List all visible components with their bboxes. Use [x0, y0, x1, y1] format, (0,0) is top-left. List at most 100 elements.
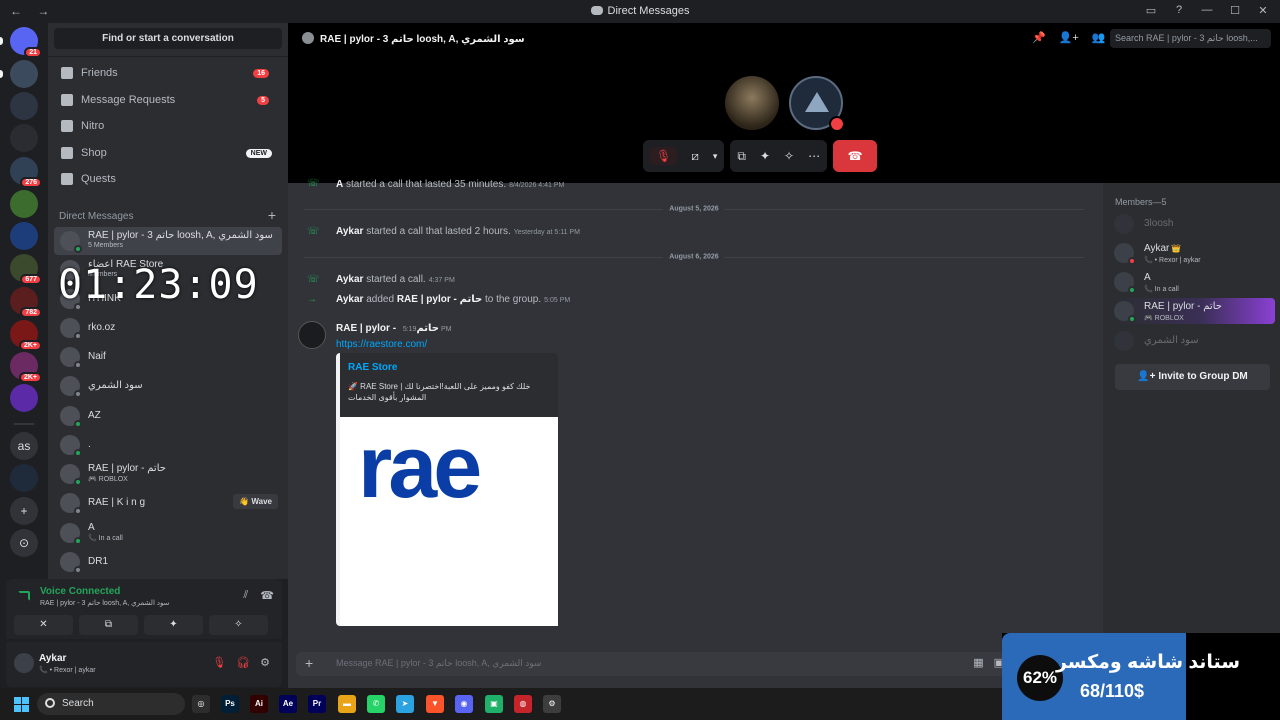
inbox-icon[interactable]: ▭: [1144, 4, 1158, 17]
create-dm-icon[interactable]: +: [268, 207, 276, 223]
dm-item[interactable]: A 📞 In a call: [54, 519, 282, 547]
add-attachment-icon[interactable]: +: [305, 655, 313, 671]
message-input[interactable]: Message RAE | pylor - 3 حاتم loosh, A, س…: [336, 658, 541, 669]
windows-start-icon[interactable]: [14, 697, 29, 712]
discord-home-icon[interactable]: 21: [10, 27, 42, 58]
dm-item[interactable]: سود الشمري: [54, 372, 282, 400]
server-icon[interactable]: 782: [10, 287, 42, 318]
help-icon[interactable]: ?: [1172, 4, 1186, 17]
noise-suppression-icon[interactable]: ⫽: [243, 589, 248, 602]
message-author[interactable]: Aykar: [336, 274, 363, 285]
settings-icon[interactable]: ⚙: [543, 695, 561, 713]
message-target[interactable]: RAE | pylor - حاتم: [397, 294, 482, 305]
username[interactable]: Aykar: [39, 653, 66, 664]
member-item[interactable]: سود الشمري: [1111, 328, 1275, 354]
server-icon[interactable]: 677: [10, 254, 42, 285]
deafen-icon[interactable]: 🎧︎: [236, 656, 250, 669]
server-icon[interactable]: [10, 222, 38, 250]
activities-button[interactable]: ✦: [144, 615, 203, 635]
apps-icon[interactable]: ▦: [973, 656, 983, 669]
taskbar-search[interactable]: Search: [37, 693, 185, 715]
telegram-icon[interactable]: ➤: [396, 695, 414, 713]
chrome-icon[interactable]: ◎: [192, 695, 210, 713]
more-button[interactable]: ⋯: [808, 149, 820, 163]
maximize-button[interactable]: ☐: [1228, 4, 1242, 17]
dm-item[interactable]: AZ: [54, 402, 282, 430]
embed-title[interactable]: RAE Store: [348, 362, 397, 373]
close-button[interactable]: ✕: [1256, 4, 1270, 17]
screen-share-button[interactable]: ⧉: [79, 615, 138, 635]
dm-item[interactable]: Naif: [54, 343, 282, 371]
server-icon[interactable]: [10, 124, 38, 152]
message-author[interactable]: A: [336, 179, 343, 190]
member-item[interactable]: 3loosh: [1111, 211, 1275, 237]
activities-button[interactable]: ✦: [760, 149, 770, 163]
after-effects-icon[interactable]: Ae: [279, 695, 297, 713]
add-friend-icon[interactable]: 👤+: [1059, 31, 1079, 44]
add-server-icon[interactable]: +: [10, 497, 38, 525]
call-participant-avatar[interactable]: [789, 76, 845, 132]
soundboard-button[interactable]: ✧: [209, 615, 268, 635]
dm-item[interactable]: .: [54, 431, 282, 459]
wave-button[interactable]: 👋 Wave: [233, 494, 278, 509]
member-item[interactable]: RAE | pylor - حاتم 🎮 ROBLOX: [1111, 298, 1275, 324]
message-composer[interactable]: + Message RAE | pylor - 3 حاتم loosh, A,…: [296, 652, 1094, 676]
camera-button[interactable]: ⧄: [691, 149, 699, 164]
members-icon[interactable]: 👥: [1092, 31, 1106, 44]
message-author[interactable]: RAE | pylor - حاتم: [336, 323, 439, 334]
dm-item[interactable]: rko.oz: [54, 314, 282, 342]
search-input[interactable]: Search RAE | pylor - 3 حاتم loosh,...: [1110, 29, 1271, 48]
message-link[interactable]: https://raestore.com/: [336, 339, 427, 350]
server-icon[interactable]: 2K+: [10, 320, 42, 351]
nav-message-requests[interactable]: Message Requests 5: [54, 88, 282, 112]
hang-up-button[interactable]: ☎: [833, 140, 878, 172]
brave-icon[interactable]: ▼: [426, 695, 444, 713]
server-icon[interactable]: 276: [10, 157, 42, 188]
server-icon[interactable]: [10, 60, 38, 88]
server-icon[interactable]: [10, 190, 38, 218]
find-conversation-button[interactable]: Find or start a conversation: [54, 28, 282, 49]
server-icon[interactable]: [10, 464, 38, 492]
nav-quests[interactable]: Quests: [54, 167, 282, 191]
app-green-icon[interactable]: ▣: [485, 695, 503, 713]
file-explorer-icon[interactable]: ▬: [338, 695, 356, 713]
member-item[interactable]: A 📞 In a call: [1111, 269, 1275, 295]
explore-icon[interactable]: ⊙: [10, 529, 38, 557]
share-screen-button[interactable]: ⧉: [737, 149, 746, 164]
nav-shop[interactable]: Shop NEW: [54, 141, 282, 165]
voice-status[interactable]: Voice Connected: [40, 586, 120, 597]
avatar[interactable]: [298, 321, 326, 349]
pin-icon[interactable]: 📌: [1032, 31, 1046, 44]
premiere-icon[interactable]: Pr: [308, 695, 326, 713]
dm-item[interactable]: RAE | K i n g 👋 Wave: [54, 489, 282, 517]
illustrator-icon[interactable]: Ai: [250, 695, 268, 713]
photoshop-icon[interactable]: Ps: [221, 695, 239, 713]
app-red-icon[interactable]: ◍: [514, 695, 532, 713]
mute-button[interactable]: 🎙: [650, 147, 678, 165]
server-as-icon[interactable]: as: [10, 432, 38, 460]
minimize-button[interactable]: —: [1200, 4, 1214, 17]
member-item[interactable]: Aykar 👑 📞 • Rexor | aykar: [1111, 240, 1275, 266]
server-icon[interactable]: [10, 92, 38, 120]
message-author[interactable]: Aykar: [336, 226, 363, 237]
camera-off-button[interactable]: ✕: [14, 615, 73, 635]
dm-item[interactable]: DR1: [54, 548, 282, 576]
chevron-down-icon[interactable]: ▾: [713, 151, 718, 162]
signal-icon[interactable]: [18, 591, 30, 601]
nav-nitro[interactable]: Nitro: [54, 114, 282, 138]
voice-channel[interactable]: RAE | pylor - 3 حاتم loosh, A, سود الشمر…: [40, 599, 169, 607]
dm-item[interactable]: RAE | pylor - 3 حاتم loosh, A, سود الشمر…: [54, 227, 282, 255]
message-author[interactable]: Aykar: [336, 294, 363, 305]
invite-button[interactable]: 👤+ Invite to Group DM: [1115, 364, 1270, 390]
server-icon[interactable]: [10, 384, 38, 412]
avatar[interactable]: [14, 653, 34, 673]
nav-friends[interactable]: Friends 16: [54, 61, 282, 85]
discord-icon[interactable]: ◉: [455, 695, 473, 713]
server-icon[interactable]: 2K+: [10, 352, 42, 383]
dm-item[interactable]: RAE | pylor - حاتم 🎮 ROBLOX: [54, 460, 282, 488]
disconnect-icon[interactable]: ☎: [260, 589, 274, 602]
gear-icon[interactable]: ⚙: [260, 656, 270, 669]
mic-muted-icon[interactable]: 🎙︎: [212, 656, 226, 669]
call-participant-avatar[interactable]: [725, 76, 779, 130]
soundboard-button[interactable]: ✧: [784, 149, 794, 163]
